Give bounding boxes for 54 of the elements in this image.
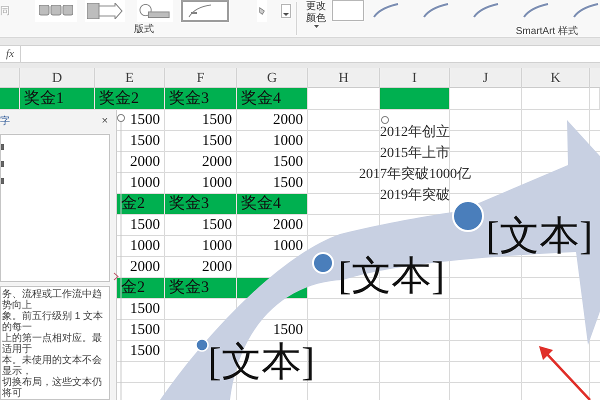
sheet-cell: 奖金4	[237, 88, 308, 110]
sheet-cell: 金2	[117, 194, 165, 215]
milestone-text: 2017年突破1000亿	[359, 165, 471, 184]
description-text: 本。未使用的文本不会显示，	[2, 355, 103, 377]
pane-title: 字	[0, 114, 10, 130]
style-thumbnail-icon[interactable]	[472, 2, 500, 18]
group-label: 版式	[134, 22, 154, 37]
bullet-icon	[1, 144, 4, 150]
caret-icon	[314, 25, 319, 29]
description-text: 上的第一点相对应。最适用于	[2, 333, 103, 355]
description-text: 务、流程或工作流中趋势向上	[2, 289, 102, 311]
annotation-arrow	[539, 346, 591, 400]
style-thumbnail-icon[interactable]	[422, 2, 450, 18]
description-text: 切换布局，这些文本仍将可	[2, 377, 103, 399]
blocks-icon	[39, 5, 73, 17]
layout-thumbnail[interactable]	[85, 0, 125, 22]
sheet-cell: 奖金3	[165, 88, 237, 110]
group-label: SmartArt 样式	[516, 24, 578, 39]
gallery-scroll-button[interactable]	[281, 4, 291, 18]
function-label[interactable]: fx	[0, 46, 20, 62]
style-thumbnail-icon[interactable]	[572, 2, 600, 18]
layout-thumbnail[interactable]	[181, 0, 229, 22]
milestone-text: 2012年创立	[380, 123, 450, 142]
circle-icon	[139, 3, 171, 19]
sheet-cell: 奖金2	[95, 88, 165, 110]
placeholder-text[interactable]: [文本]	[338, 252, 445, 300]
bullet-icon	[1, 178, 4, 184]
arrow-icon	[87, 3, 123, 19]
layout-thumbnail[interactable]	[137, 0, 173, 22]
chevron-icon[interactable]	[113, 272, 119, 281]
description-text: 象。前五行级别 1 文本的每一	[2, 311, 104, 333]
timeline-dot[interactable]	[195, 338, 209, 352]
resize-handle[interactable]	[117, 114, 125, 122]
timeline-dot[interactable]	[452, 200, 484, 232]
sheet-cell: 奖金3	[165, 194, 237, 215]
style-thumbnail-icon[interactable]	[522, 2, 550, 18]
layout-thumbnail[interactable]	[257, 0, 267, 22]
placeholder-text[interactable]: [文本]	[486, 212, 593, 260]
style-thumbnail-icon[interactable]	[372, 2, 400, 18]
placeholder-text[interactable]: [文本]	[208, 338, 315, 386]
sheet-cell: 奖金4	[237, 194, 308, 215]
sheet-cell: 金2	[117, 278, 165, 299]
resize-handle[interactable]	[381, 116, 389, 124]
bullet-icon	[1, 160, 4, 167]
sheet-cell: 奖金3	[165, 278, 237, 299]
style-swatch[interactable]	[332, 0, 364, 21]
close-button[interactable]: ×	[102, 116, 108, 128]
sheet-cell: 奖金1	[20, 88, 95, 110]
milestone-text: 2015年上市	[380, 144, 450, 163]
milestone-text: 2019年突破	[380, 186, 450, 205]
shape-icon	[259, 5, 265, 17]
layout-thumbnail[interactable]	[35, 0, 77, 22]
caret-icon	[283, 12, 289, 17]
change-colors-button[interactable]: 更改颜色	[303, 1, 330, 29]
